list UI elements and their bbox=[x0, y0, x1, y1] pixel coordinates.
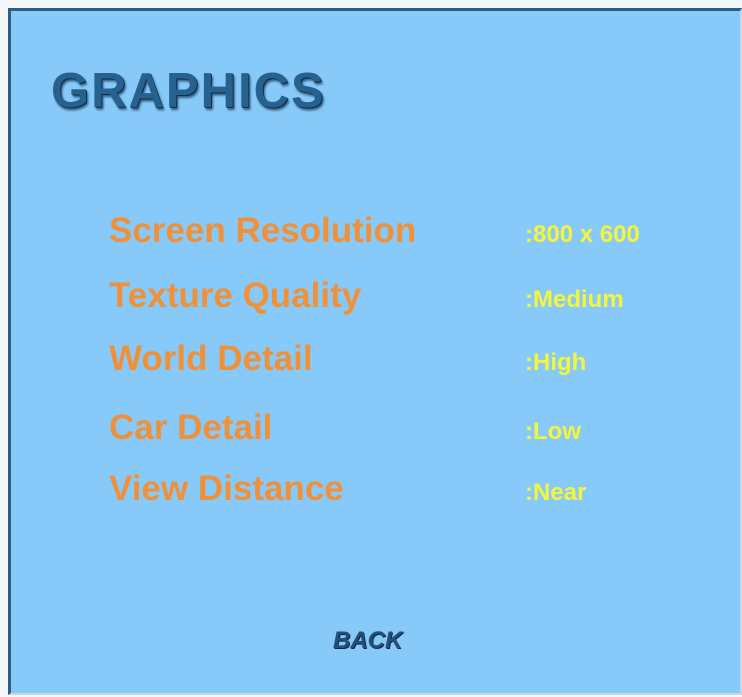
setting-row-screen-resolution[interactable]: Screen Resolution :800 x 600 bbox=[109, 211, 729, 276]
setting-label-texture-quality[interactable]: Texture Quality bbox=[109, 276, 361, 316]
setting-label-car-detail[interactable]: Car Detail bbox=[109, 408, 272, 448]
setting-value-car-detail[interactable]: :Low bbox=[525, 418, 581, 446]
setting-value-view-distance[interactable]: :Near bbox=[525, 479, 586, 507]
setting-row-texture-quality[interactable]: Texture Quality :Medium bbox=[109, 276, 729, 339]
setting-label-view-distance[interactable]: View Distance bbox=[109, 469, 344, 509]
settings-list: Screen Resolution :800 x 600 Texture Qua… bbox=[109, 211, 729, 534]
setting-row-car-detail[interactable]: Car Detail :Low bbox=[109, 408, 729, 469]
back-button[interactable]: BACK bbox=[333, 627, 402, 655]
graphics-menu-panel: GRAPHICS Screen Resolution :800 x 600 Te… bbox=[8, 8, 742, 695]
setting-value-world-detail[interactable]: :High bbox=[525, 349, 586, 377]
setting-value-screen-resolution[interactable]: :800 x 600 bbox=[525, 221, 640, 249]
setting-row-world-detail[interactable]: World Detail :High bbox=[109, 339, 729, 408]
setting-label-screen-resolution[interactable]: Screen Resolution bbox=[109, 211, 416, 251]
setting-row-view-distance[interactable]: View Distance :Near bbox=[109, 469, 729, 534]
menu-title: GRAPHICS bbox=[51, 64, 326, 118]
setting-value-texture-quality[interactable]: :Medium bbox=[525, 286, 624, 314]
setting-label-world-detail[interactable]: World Detail bbox=[109, 339, 313, 379]
